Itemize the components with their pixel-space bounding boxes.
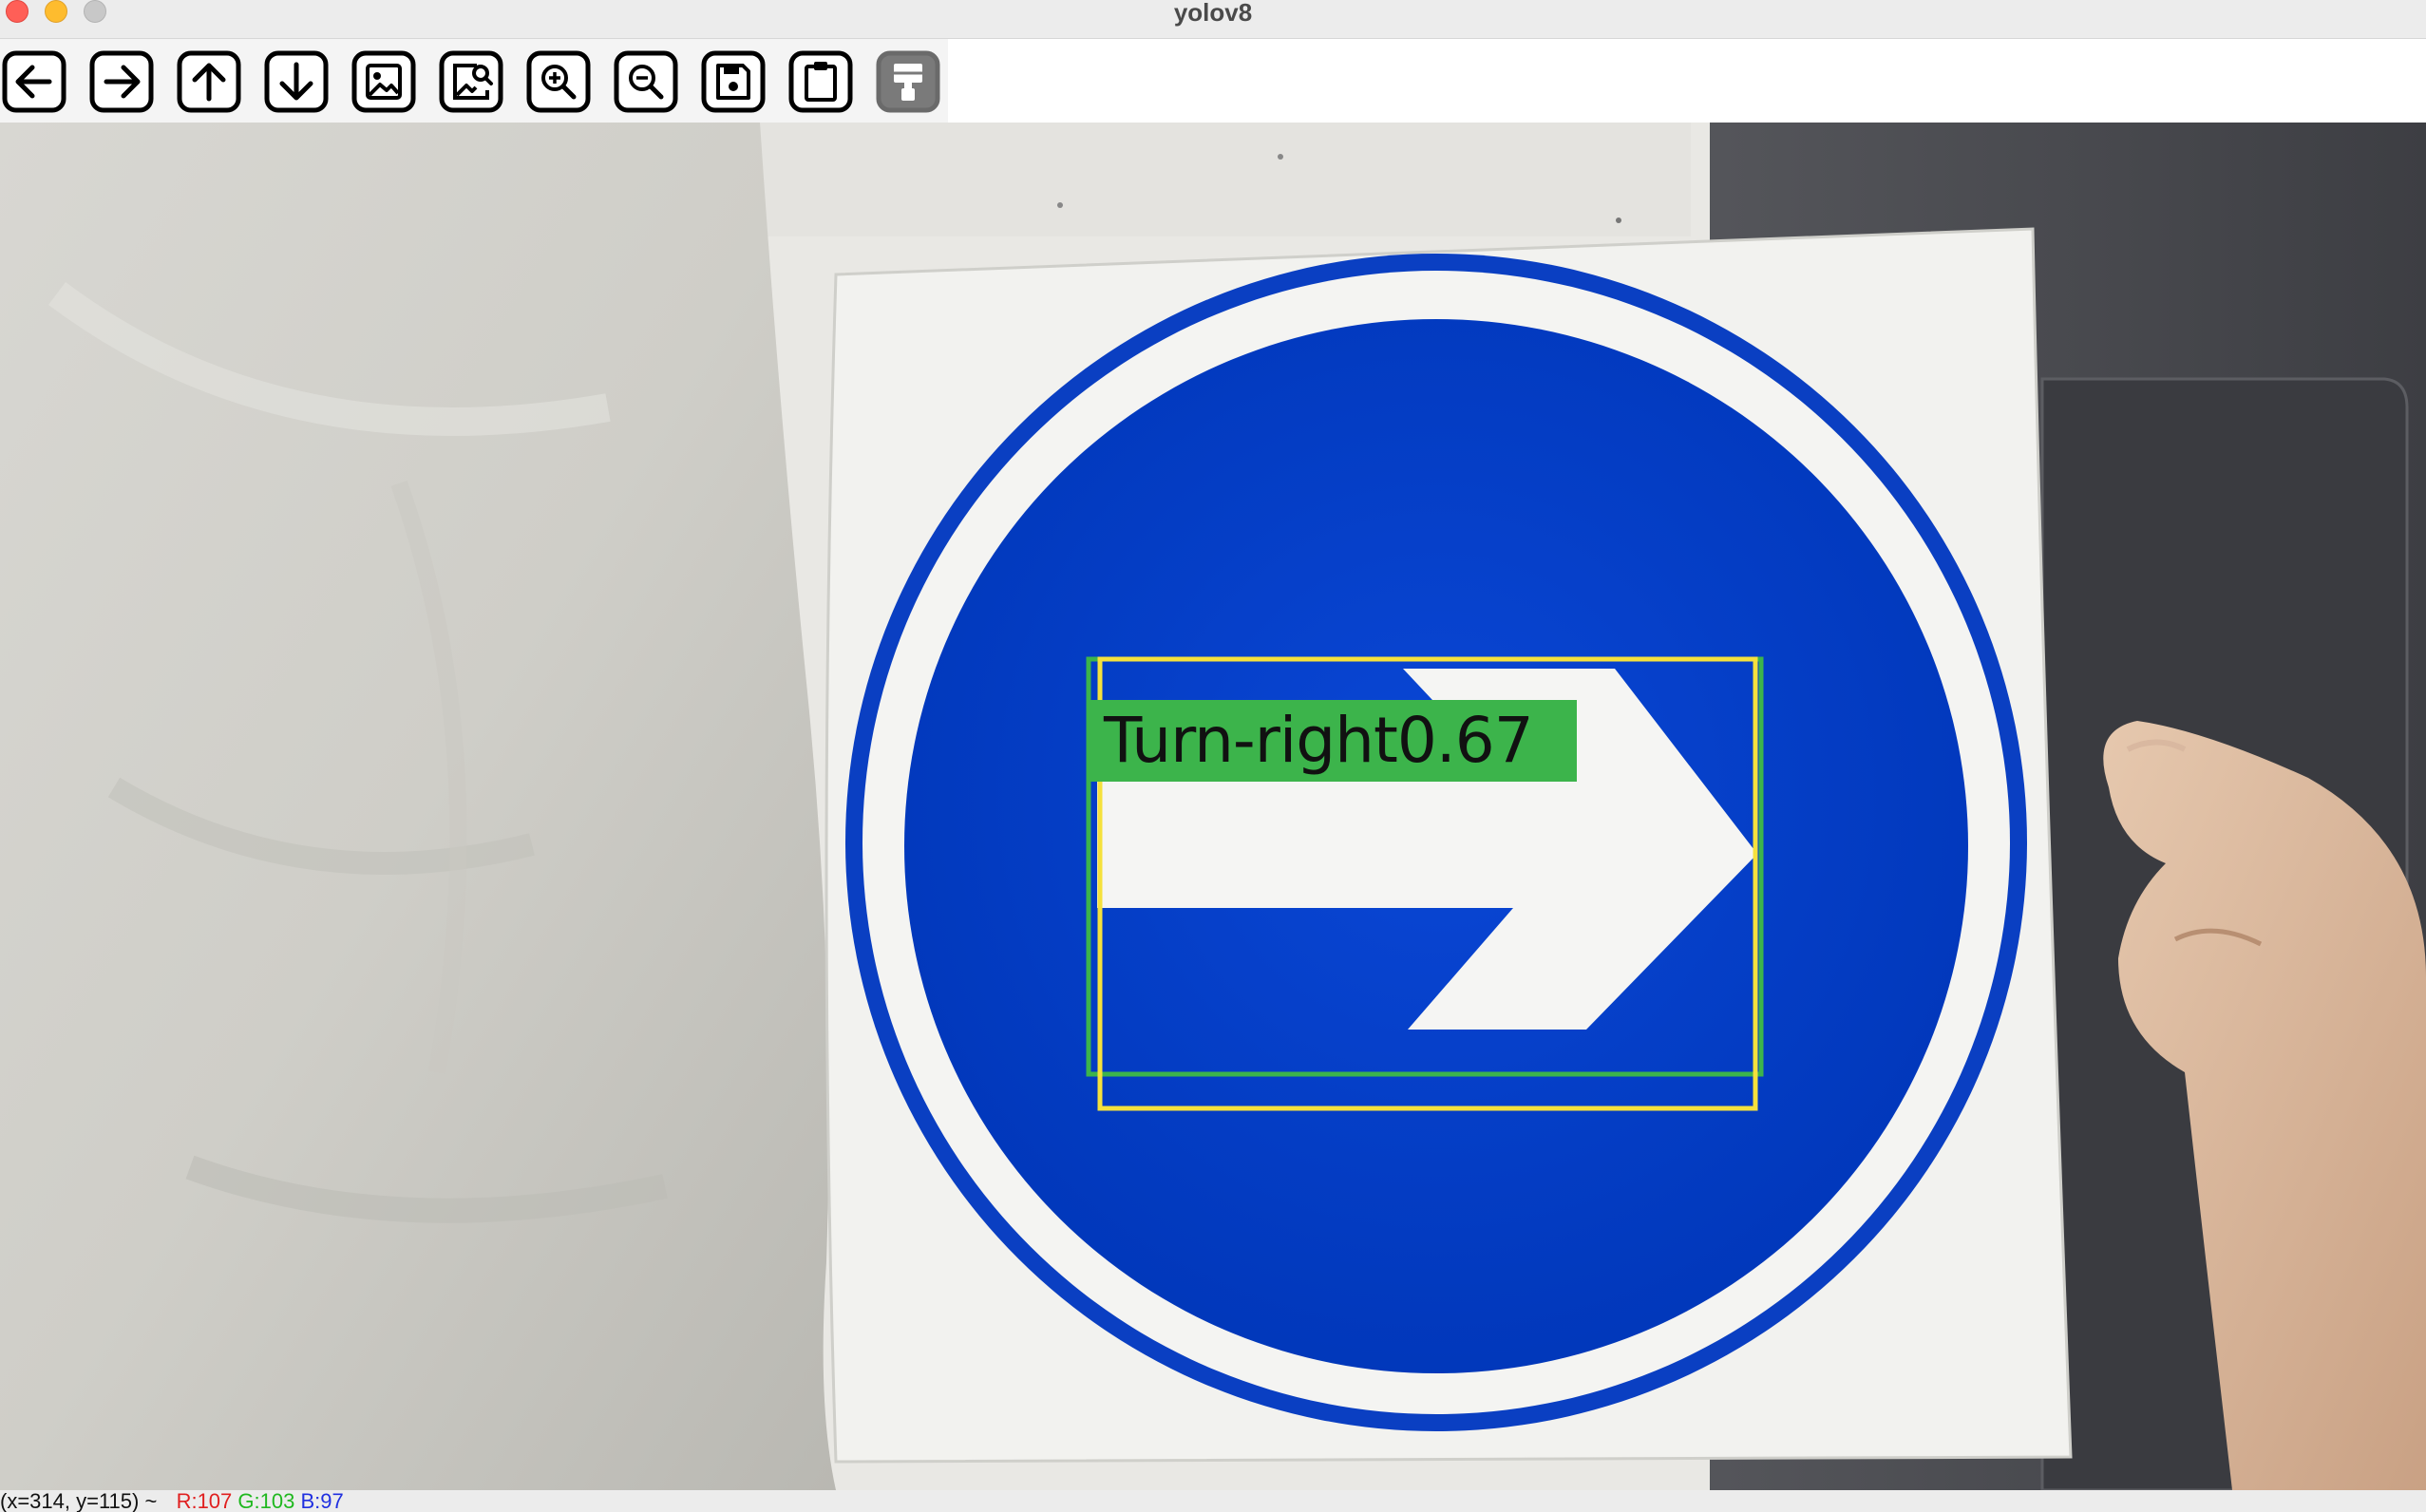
- arrow-up-icon: [177, 50, 241, 113]
- window-title: yolov8: [1173, 0, 1253, 27]
- image-canvas[interactable]: Turn-right0.67: [0, 123, 2426, 1490]
- pixel-green-value: G:103: [237, 1490, 295, 1512]
- paint-brush-icon: [876, 50, 940, 113]
- pixel-blue-value: B:97: [300, 1490, 344, 1512]
- pan-down-button[interactable]: [264, 50, 329, 113]
- zoom-in-icon: [526, 50, 591, 113]
- save-button[interactable]: [701, 50, 766, 113]
- photo: [0, 123, 2426, 1490]
- cursor-coordinates: (x=314, y=115) ~: [0, 1490, 158, 1512]
- image-search-icon: [439, 50, 503, 113]
- image-icon: [351, 50, 416, 113]
- copy-clipboard-button[interactable]: [788, 50, 853, 113]
- arrow-left-icon: [2, 50, 66, 113]
- detection-label: Turn-right0.67: [1089, 700, 1577, 782]
- image-search-button[interactable]: [439, 50, 503, 113]
- forward-button[interactable]: [89, 50, 154, 113]
- window-titlebar: yolov8: [0, 0, 2426, 39]
- pan-up-button[interactable]: [177, 50, 241, 113]
- image-button[interactable]: [351, 50, 416, 113]
- toolbar: [0, 39, 2426, 123]
- status-bar: (x=314, y=115) ~ R:107 G:103 B:97: [0, 1490, 2426, 1512]
- properties-button[interactable]: [876, 50, 940, 113]
- save-icon: [701, 50, 766, 113]
- zoom-out-button[interactable]: [614, 50, 678, 113]
- back-button[interactable]: [2, 50, 66, 113]
- clipboard-icon: [788, 50, 853, 113]
- pixel-red-value: R:107: [176, 1490, 233, 1512]
- zoom-in-button[interactable]: [526, 50, 591, 113]
- arrow-right-icon: [89, 50, 154, 113]
- arrow-down-icon: [264, 50, 329, 113]
- toolbar-empty-area: [948, 39, 2426, 123]
- zoom-out-icon: [614, 50, 678, 113]
